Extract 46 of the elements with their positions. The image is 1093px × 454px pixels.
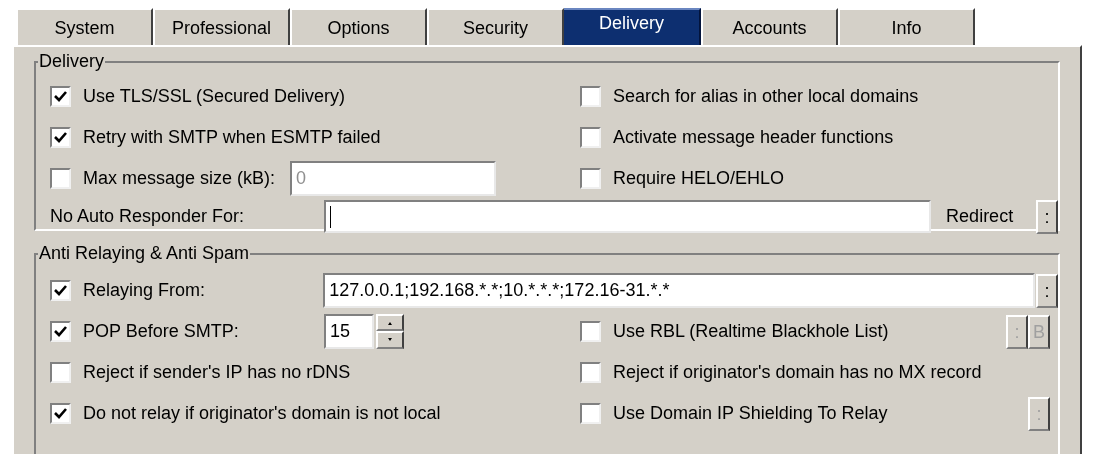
checkbox[interactable] <box>580 168 601 189</box>
option-label: Reject if originator's domain has no MX record <box>613 361 982 384</box>
tab[interactable]: Options <box>290 8 427 45</box>
checkmark-icon <box>54 132 67 143</box>
tab[interactable]: Delivery <box>564 8 701 45</box>
checkbox[interactable] <box>580 362 601 383</box>
auto-responder-label: No Auto Responder For: <box>50 205 246 228</box>
option-label: Search for alias in other local domains <box>613 85 919 108</box>
checkbox[interactable] <box>50 280 71 301</box>
tab[interactable]: Accounts <box>701 8 838 45</box>
checkbox[interactable] <box>50 321 71 342</box>
checkbox[interactable] <box>50 127 71 148</box>
option-label: Activate message header functions <box>613 126 894 149</box>
option-label: Relaying From: <box>83 279 206 302</box>
checkmark-icon <box>54 326 67 337</box>
option-label: Do not relay if originator's domain is not local <box>83 402 441 425</box>
text-field[interactable]: 127.0.0.1;192.168.*.*;10.*.*.*;172.16-31.*.* <box>323 273 1036 308</box>
option-label: Retry with SMTP when ESMTP failed <box>83 126 381 149</box>
tab[interactable]: System <box>16 8 153 45</box>
text-field[interactable] <box>323 200 932 233</box>
option-label: Use RBL (Realtime Blackhole List) <box>613 320 889 343</box>
option-label: Require HELO/EHLO <box>613 167 785 190</box>
text-field[interactable]: 15 <box>324 314 374 349</box>
checkbox[interactable] <box>50 362 71 383</box>
checkbox[interactable] <box>580 86 601 107</box>
tab[interactable]: Security <box>427 8 564 45</box>
option-label: Reject if sender's IP has no rDNS <box>83 361 351 384</box>
browse-button[interactable]: : <box>1036 273 1058 308</box>
checkbox[interactable] <box>50 403 71 424</box>
browse-button[interactable]: : <box>1036 199 1058 234</box>
checkmark-icon <box>54 408 67 419</box>
option-label: Max message size (kB): <box>83 167 276 190</box>
checkbox[interactable] <box>580 403 601 424</box>
spin-buttons[interactable] <box>376 314 404 349</box>
redirect-label: Redirect <box>946 205 1015 228</box>
option-label: POP Before SMTP: <box>83 320 239 343</box>
checkbox[interactable] <box>580 127 601 148</box>
option-label: Use Domain IP Shielding To Relay <box>613 402 888 425</box>
checkbox[interactable] <box>50 86 71 107</box>
checkmark-icon <box>54 285 67 296</box>
checkmark-icon <box>54 91 67 102</box>
text-cursor-icon <box>329 205 331 228</box>
tab[interactable]: Professional <box>153 8 290 45</box>
option-label: Use TLS/SSL (Secured Delivery) <box>83 85 346 108</box>
tab[interactable]: Info <box>838 8 975 45</box>
checkbox[interactable] <box>580 321 601 342</box>
